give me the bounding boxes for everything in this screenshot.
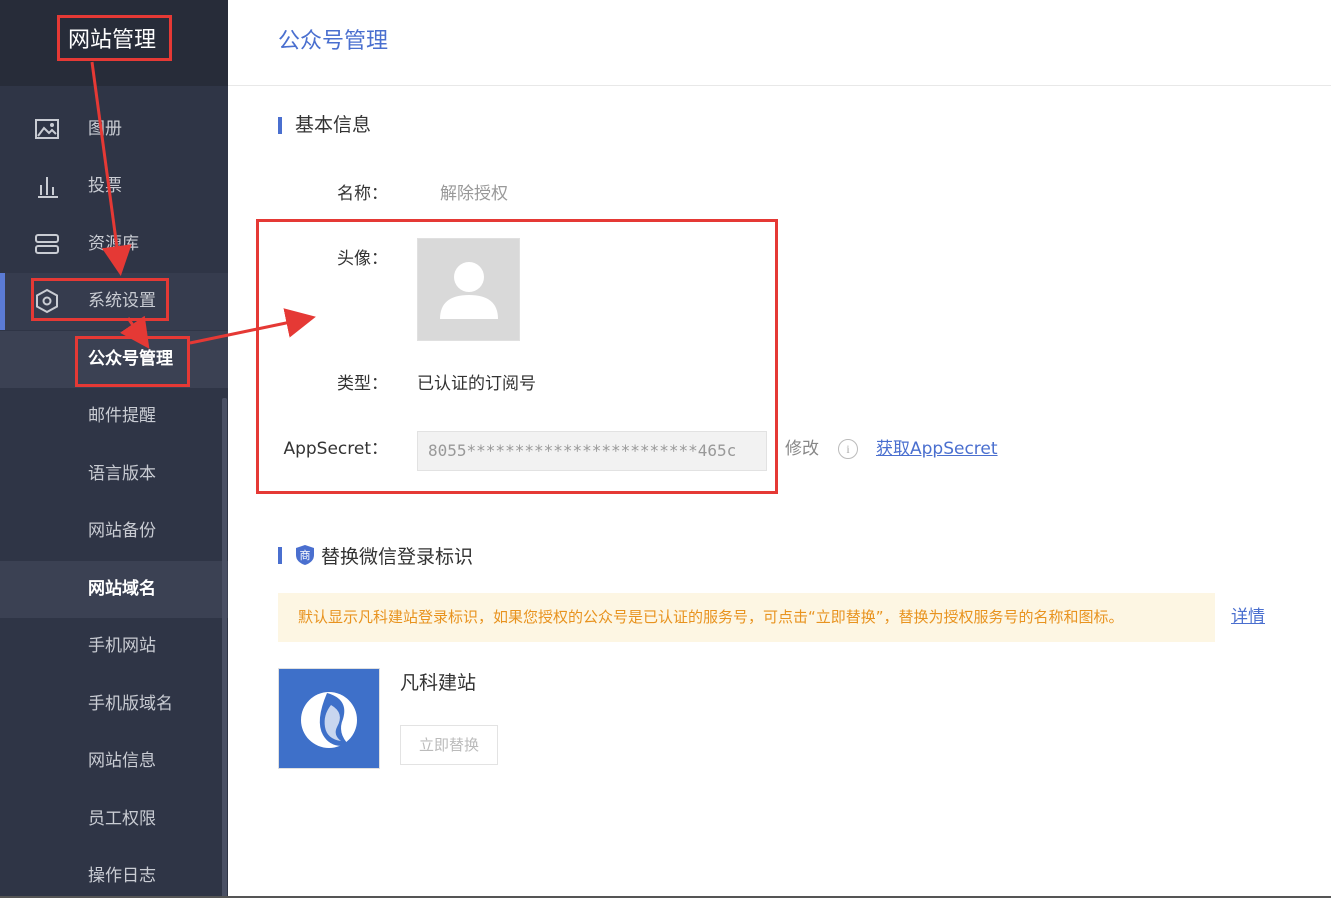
sidebar-subitem-backup[interactable]: 网站备份	[0, 503, 228, 560]
bar-chart-icon	[38, 177, 58, 198]
sidebar-item-resources[interactable]: 资源库	[0, 216, 228, 273]
sidebar-subitem-label: 手机版域名	[88, 694, 173, 714]
page-header: 公众号管理	[228, 0, 1331, 86]
page-title: 公众号管理	[278, 29, 389, 54]
business-badge-icon: 商	[296, 545, 314, 565]
section-title-basic-info: 基本信息	[295, 114, 372, 136]
annotation-box-basic-info	[256, 219, 778, 494]
unbind-authorization-link[interactable]: 解除授权	[440, 182, 508, 206]
section-marker	[278, 117, 282, 134]
details-link[interactable]: 详情	[1231, 605, 1265, 629]
sidebar-subitem-label: 语言版本	[88, 464, 156, 484]
sidebar-item-label: 图册	[88, 119, 122, 139]
annotation-box-official-account	[75, 336, 190, 387]
sidebar-subitem-label: 操作日志	[88, 866, 156, 886]
sidebar-item-label: 资源库	[88, 234, 139, 254]
sidebar-subitem-domain[interactable]: 网站域名	[0, 561, 228, 618]
sidebar-subitem-email-reminder[interactable]: 邮件提醒	[0, 388, 228, 445]
sidebar-subitem-label: 员工权限	[88, 809, 156, 829]
sidebar-subitem-label: 网站信息	[88, 751, 156, 771]
brand-logo	[278, 668, 380, 769]
active-indicator	[0, 273, 5, 330]
storage-icon	[35, 234, 59, 254]
sidebar-subitem-label: 网站备份	[88, 521, 156, 541]
sidebar-subitem-site-info[interactable]: 网站信息	[0, 733, 228, 790]
sidebar-item-vote[interactable]: 投票	[0, 158, 228, 215]
sidebar-subitem-mobile-site[interactable]: 手机网站	[0, 618, 228, 675]
sidebar-subitem-mobile-domain[interactable]: 手机版域名	[0, 676, 228, 733]
sidebar-item-label: 投票	[88, 176, 122, 196]
get-appsecret-link[interactable]: 获取AppSecret	[876, 437, 998, 461]
svg-text:商: 商	[300, 548, 311, 562]
section-marker	[278, 547, 282, 564]
sidebar-subitem-operation-log[interactable]: 操作日志	[0, 848, 228, 898]
section-title-wechat-login: 替换微信登录标识	[321, 546, 474, 568]
modify-link[interactable]: 修改	[785, 437, 819, 461]
sidebar-subitem-label: 邮件提醒	[88, 406, 156, 426]
sidebar-subitem-label: 手机网站	[88, 636, 156, 656]
notice-text: 默认显示凡科建站登录标识，如果您授权的公众号是已认证的服务号，可点击“立即替换”…	[298, 608, 1124, 626]
replace-now-button[interactable]: 立即替换	[400, 725, 498, 765]
sidebar: 网站管理 图册 投票 资源库 系统设置 公众号管理 邮件提醒 语言版本 网站备份…	[0, 0, 228, 898]
annotation-box-site-admin	[57, 15, 172, 61]
sidebar-item-album[interactable]: 图册	[0, 101, 228, 158]
name-label: 名称：	[337, 184, 388, 204]
fanke-logo-icon	[301, 692, 357, 748]
image-icon	[35, 119, 59, 139]
sidebar-subitem-label: 网站域名	[88, 579, 156, 599]
notice-banner: 默认显示凡科建站登录标识，如果您授权的公众号是已认证的服务号，可点击“立即替换”…	[278, 593, 1215, 642]
sidebar-scrollbar[interactable]	[222, 398, 227, 898]
brand-name: 凡科建站	[400, 672, 477, 694]
annotation-box-system-settings	[31, 278, 169, 321]
sidebar-subitem-staff-permissions[interactable]: 员工权限	[0, 791, 228, 848]
sidebar-subitem-language[interactable]: 语言版本	[0, 446, 228, 503]
info-icon[interactable]: i	[838, 439, 858, 459]
